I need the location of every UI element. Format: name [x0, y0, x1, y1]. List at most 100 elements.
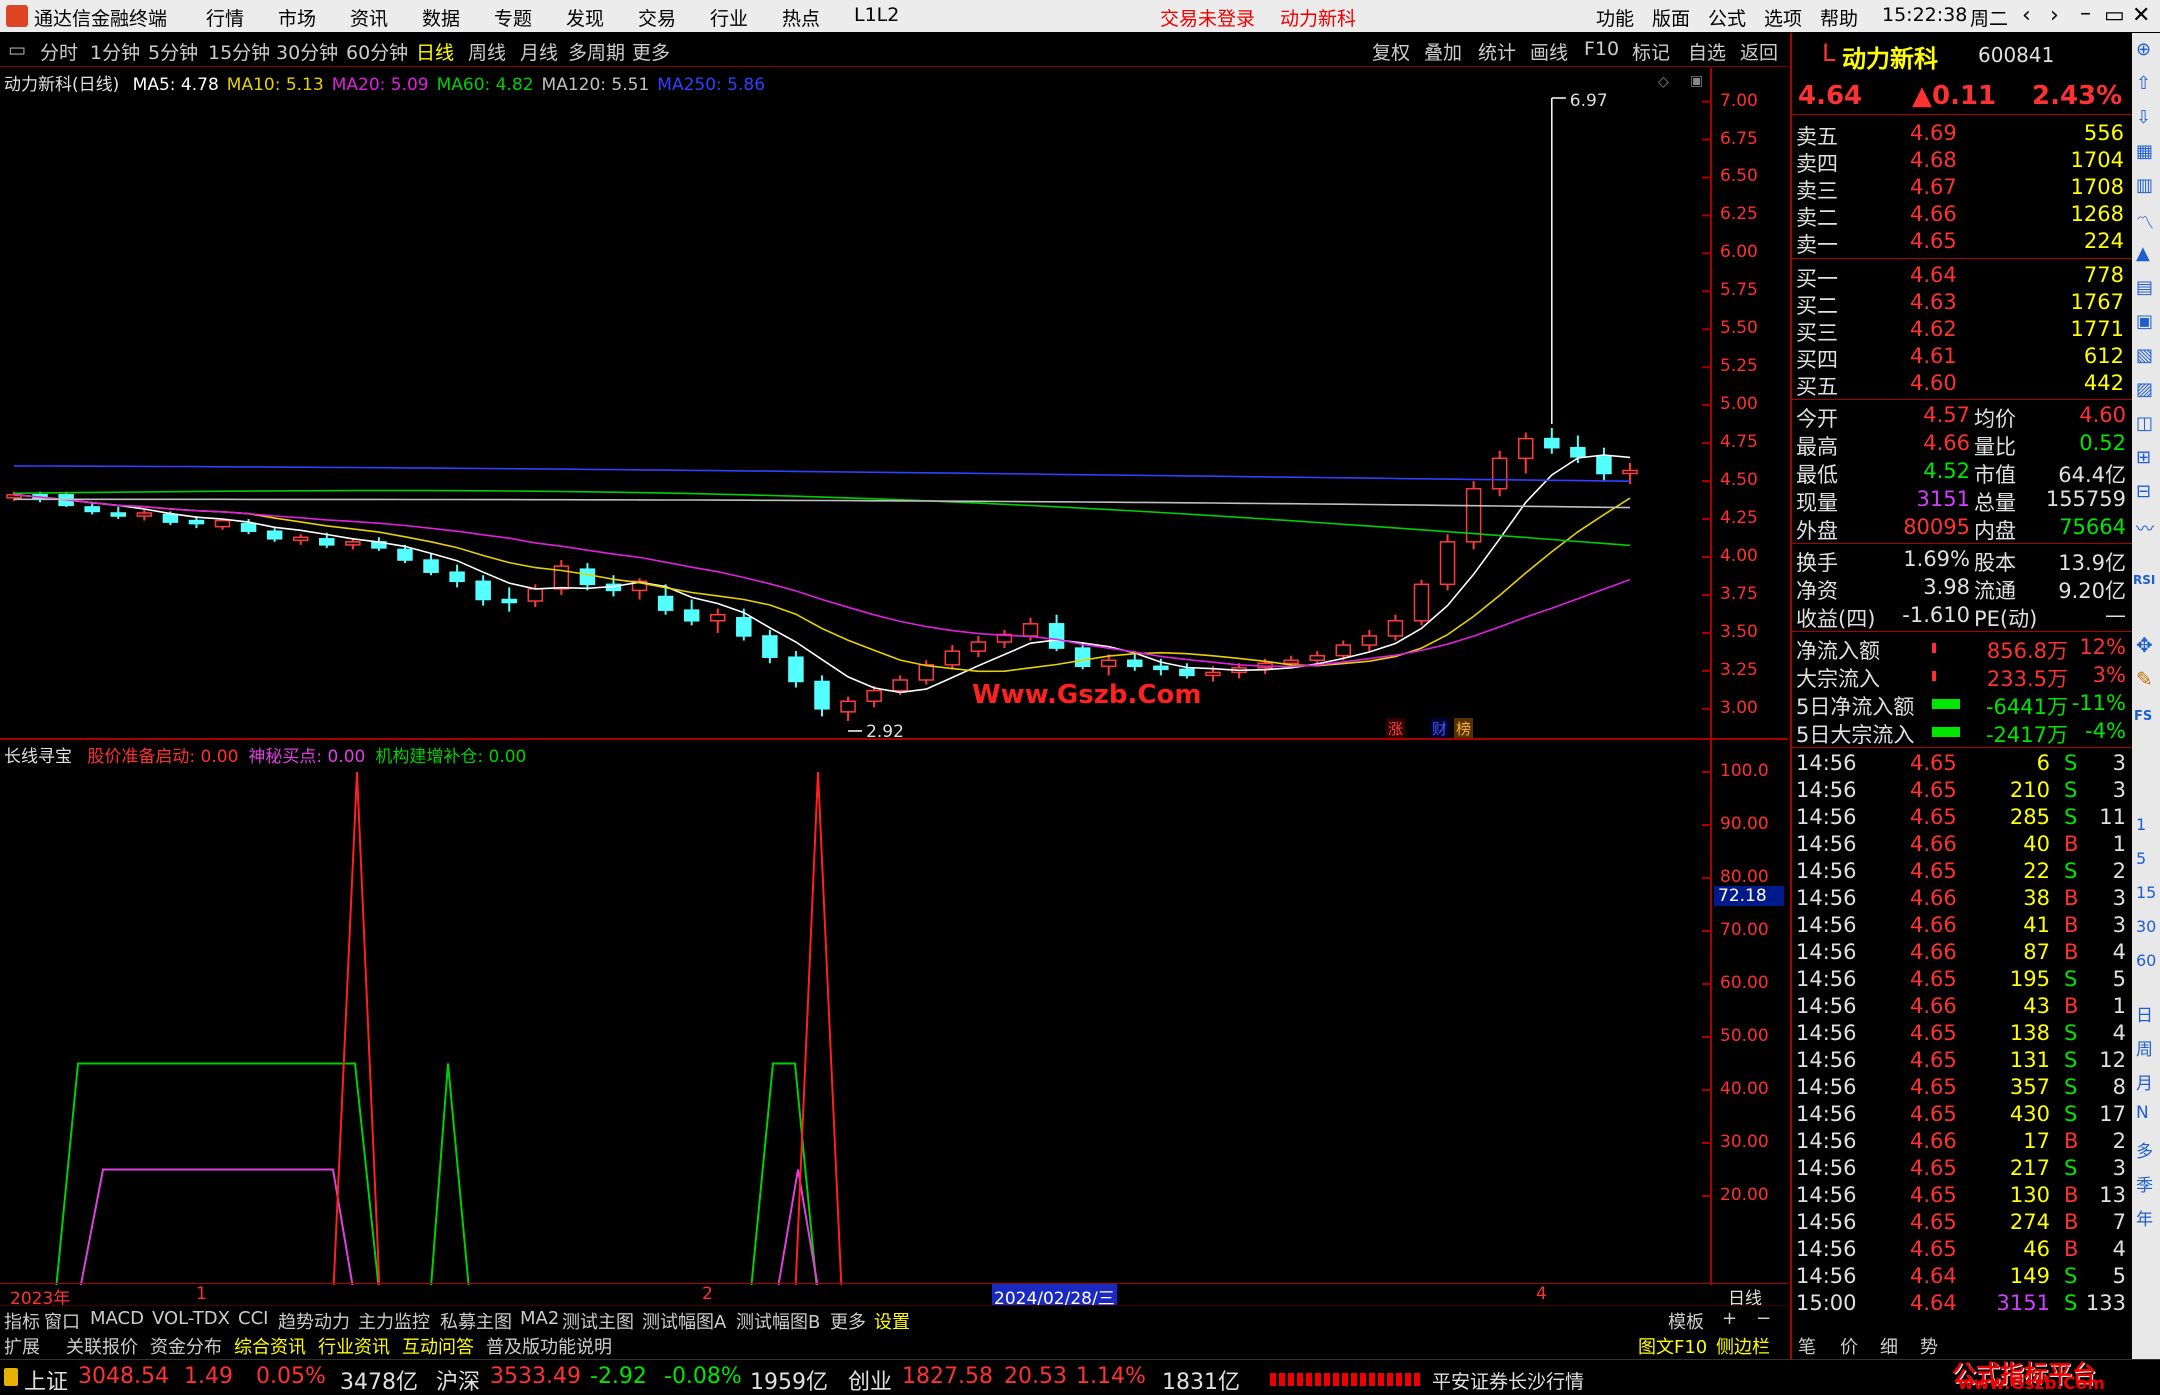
toolbar-action-1[interactable]: 叠加: [1424, 38, 1462, 65]
period-tab-9[interactable]: 多周期: [568, 38, 625, 65]
candle-body[interactable]: [1387, 620, 1404, 637]
tick-row[interactable]: 14:56 4.66 17 B 2: [1792, 1129, 2132, 1156]
minimize-icon[interactable]: –: [2080, 1, 2091, 26]
candle-body[interactable]: [266, 530, 283, 540]
candle-body[interactable]: [709, 613, 726, 622]
indicator-pane[interactable]: 长线寻宝 股价准备启动: 0.00 神秘买点: 0.00 机构建增补仓: 0.00: [0, 740, 1710, 1285]
badge-rank[interactable]: 榜: [1454, 718, 1474, 739]
sidebar-num-0[interactable]: 1: [2136, 815, 2146, 834]
sidebar-tool-icon-9[interactable]: ▧: [2136, 345, 2153, 366]
candle-body[interactable]: [1022, 623, 1039, 637]
login-status[interactable]: 交易未登录: [1160, 4, 1255, 31]
indicator-tab-right-1[interactable]: +: [1722, 1308, 1737, 1329]
badge-finance[interactable]: 财: [1430, 718, 1450, 739]
candle-body[interactable]: [1205, 671, 1221, 677]
sidebar-period-3[interactable]: N: [2136, 1103, 2149, 1123]
sidebar-num-2[interactable]: 15: [2136, 883, 2156, 902]
candle-body[interactable]: [1100, 659, 1117, 668]
candle-body[interactable]: [866, 689, 882, 702]
sidebar-tool-icon-0[interactable]: ⊕: [2136, 39, 2151, 60]
indicator-tab-3[interactable]: VOL-TDX: [152, 1308, 230, 1329]
toolbar-action-0[interactable]: 复权: [1372, 38, 1410, 65]
sidebar-period-0[interactable]: 日: [2136, 1001, 2153, 1026]
menu-9[interactable]: L1L2: [854, 4, 899, 26]
close-icon[interactable]: ✕: [2132, 3, 2150, 28]
cy-name[interactable]: 创业: [848, 1364, 892, 1395]
book-row[interactable]: 买三 4.62 1771: [1792, 317, 2132, 345]
tick-row[interactable]: 14:56 4.66 87 B 4: [1792, 940, 2132, 967]
right-menu-0[interactable]: 功能: [1596, 4, 1634, 31]
tick-row[interactable]: 14:56 4.65 130 B 13: [1792, 1183, 2132, 1210]
candle-body[interactable]: [1491, 457, 1508, 490]
candle-body[interactable]: [1439, 541, 1456, 586]
menu-4[interactable]: 专题: [494, 4, 532, 31]
period-tab-3[interactable]: 15分钟: [208, 38, 270, 65]
rsi-icon[interactable]: RSI: [2133, 573, 2155, 587]
sidebar-tool-icon-6[interactable]: ▲: [2136, 243, 2150, 264]
sidebar-tool-icon-8[interactable]: ▣: [2136, 311, 2153, 332]
candle-body[interactable]: [1283, 659, 1299, 665]
candle-body[interactable]: [657, 595, 674, 611]
indicator-tab-13[interactable]: 设置: [874, 1308, 910, 1334]
indicator-tab-10[interactable]: 测试幅图A: [642, 1308, 726, 1334]
candle-body[interactable]: [579, 568, 596, 586]
forward-icon[interactable]: ›: [2050, 3, 2059, 28]
info-tab-2[interactable]: 资金分布: [150, 1333, 222, 1359]
candle-body[interactable]: [892, 679, 908, 692]
candle-body[interactable]: [1335, 644, 1352, 657]
tick-row[interactable]: 14:56 4.66 41 B 3: [1792, 913, 2132, 940]
indicator-tab-2[interactable]: MACD: [90, 1308, 144, 1329]
candle-body[interactable]: [788, 656, 804, 683]
sidebar-period-2[interactable]: 月: [2136, 1069, 2153, 1094]
diamond-icon[interactable]: ◇: [1658, 74, 1669, 90]
candle-body[interactable]: [214, 519, 231, 528]
candle-body[interactable]: [292, 536, 309, 542]
menu-6[interactable]: 交易: [638, 4, 676, 31]
candle-body[interactable]: [527, 588, 544, 602]
candle-body[interactable]: [1413, 583, 1430, 622]
toolbar-action-3[interactable]: 画线: [1530, 38, 1568, 65]
menu-0[interactable]: 行情: [206, 4, 244, 31]
right-menu-4[interactable]: 帮助: [1820, 4, 1858, 31]
tick-row[interactable]: 14:56 4.65 22 S 2: [1792, 859, 2132, 886]
menu-8[interactable]: 热点: [782, 4, 820, 31]
tick-row[interactable]: 14:56 4.65 46 B 4: [1792, 1237, 2132, 1264]
candle-body[interactable]: [319, 538, 335, 546]
info-tab-3[interactable]: 综合资讯: [234, 1333, 306, 1359]
sidebar-num-1[interactable]: 5: [2136, 849, 2146, 868]
candle-body[interactable]: [683, 609, 700, 622]
candle-body[interactable]: [1179, 668, 1195, 677]
candle-body[interactable]: [918, 664, 935, 681]
period-tab-10[interactable]: 更多: [632, 38, 670, 65]
period-tab-1[interactable]: 1分钟: [90, 38, 140, 65]
main-chart-pane[interactable]: 6.97 2.92 动力新科(日线) MA5: 4.78 MA10: 5.13 MA2…: [0, 68, 1710, 739]
book-row[interactable]: 卖一 4.65 224: [1792, 229, 2132, 257]
tick-row[interactable]: 14:56 4.66 38 B 3: [1792, 886, 2132, 913]
fs-icon[interactable]: FS: [2134, 709, 2152, 724]
toolbar-action-5[interactable]: 标记: [1632, 38, 1670, 65]
badge-rise[interactable]: 涨: [1386, 718, 1406, 739]
candle-body[interactable]: [188, 519, 205, 525]
candle-body[interactable]: [970, 641, 987, 652]
candle-body[interactable]: [1309, 654, 1325, 661]
indicator-tab-1[interactable]: 窗口: [44, 1308, 80, 1334]
toolbar-action-2[interactable]: 统计: [1478, 38, 1516, 65]
sidebar-tool-icon-10[interactable]: ▨: [2136, 379, 2153, 400]
toolbar-action-7[interactable]: 返回: [1740, 38, 1778, 65]
candle-body[interactable]: [240, 522, 257, 532]
info-tab-1[interactable]: 关联报价: [66, 1333, 138, 1359]
period-tab-6[interactable]: 日线: [416, 38, 454, 65]
sidebar-period-5[interactable]: 季: [2136, 1171, 2153, 1196]
candle-body[interactable]: [345, 541, 361, 546]
info-tab-6[interactable]: 普及版功能说明: [486, 1333, 612, 1359]
tick-row[interactable]: 14:56 4.65 210 S 3: [1792, 778, 2132, 805]
sidebar-num-4[interactable]: 60: [2136, 951, 2156, 970]
period-tab-7[interactable]: 周线: [468, 38, 506, 65]
panel-toggle-icon[interactable]: ▣: [1690, 73, 1703, 89]
toolbar-action-6[interactable]: 自选: [1688, 38, 1726, 65]
tick-row[interactable]: 14:56 4.66 43 B 1: [1792, 994, 2132, 1021]
candle-body[interactable]: [449, 571, 465, 583]
sidebar-tool-icon-12[interactable]: ⊞: [2136, 447, 2151, 468]
book-row[interactable]: 买四 4.61 612: [1792, 344, 2132, 372]
period-tab-8[interactable]: 月线: [520, 38, 558, 65]
